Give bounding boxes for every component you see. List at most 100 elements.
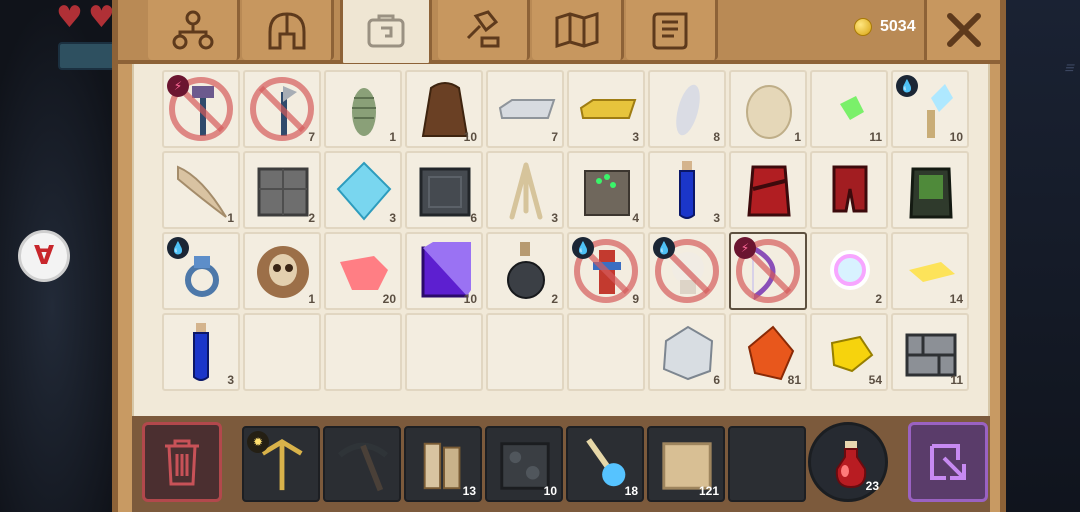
inventory-slot[interactable]: 4: [567, 151, 645, 229]
inventory-slot[interactable]: 2: [486, 232, 564, 310]
inventory-slot[interactable]: [486, 313, 564, 391]
item-count: 6: [470, 211, 477, 225]
stone-block-icon: [253, 159, 313, 223]
item-count: 11: [950, 373, 963, 387]
water-badge-icon: 💧: [896, 75, 918, 97]
item-count: 6: [713, 373, 720, 387]
inventory-panel: ⚡ 7 1 10 7 3 8 1 11 💧 10 1 2 3 6 3 4 3 💧 1 20 10 2 💧 9 💧 ⚡ 2 14 3 6 81 5…: [132, 64, 990, 416]
item-count: 7: [551, 130, 558, 144]
horn-tusk-icon: [172, 159, 232, 223]
inventory-slot[interactable]: 💧: [648, 232, 726, 310]
map-icon: [555, 11, 598, 49]
hotbar-slot[interactable]: 18: [566, 426, 644, 502]
item-count: 10: [463, 130, 477, 144]
inventory-slot[interactable]: 1: [324, 70, 402, 148]
item-count: 3: [632, 130, 639, 144]
inventory-slot[interactable]: [729, 151, 807, 229]
black-flask-icon: [496, 240, 556, 304]
potion-quick-slot[interactable]: 23: [808, 422, 888, 502]
tab-inventory[interactable]: [340, 0, 432, 66]
inventory-slot[interactable]: 10: [405, 70, 483, 148]
inventory-slot[interactable]: 1: [162, 151, 240, 229]
item-count: 2: [551, 292, 558, 306]
dark-metal-block-icon: [415, 159, 475, 223]
inventory-slot[interactable]: 💧 10: [891, 70, 969, 148]
inventory-slot[interactable]: 8: [648, 70, 726, 148]
inventory-slot[interactable]: 2: [810, 232, 888, 310]
inventory-slot[interactable]: [405, 313, 483, 391]
health-hearts: ♥ ♥: [56, 0, 118, 35]
bronze-skull-medallion-icon: [253, 240, 313, 304]
item-count: 7: [308, 130, 315, 144]
inventory-slot[interactable]: ⚡: [162, 70, 240, 148]
item-count: 3: [713, 211, 720, 225]
inventory-slot[interactable]: 14: [891, 232, 969, 310]
hotbar-slot[interactable]: ✹: [242, 426, 320, 502]
inventory-slot[interactable]: [567, 313, 645, 391]
game-logo-button[interactable]: ∀: [18, 230, 70, 282]
hotbar-slot[interactable]: 10: [485, 426, 563, 502]
hotbar-slot[interactable]: 13: [404, 426, 482, 502]
inventory-slot[interactable]: 6: [405, 151, 483, 229]
inventory-slot[interactable]: 11: [891, 313, 969, 391]
bone-sticks-icon: [496, 159, 556, 223]
close-icon: [946, 13, 981, 47]
inventory-slot[interactable]: 3: [324, 151, 402, 229]
blue-potion-vial-icon: [658, 159, 718, 223]
inventory-slot[interactable]: [324, 313, 402, 391]
silver-ore-icon: [658, 321, 718, 385]
inventory-slot[interactable]: 6: [648, 313, 726, 391]
inventory-slot[interactable]: 1: [243, 232, 321, 310]
item-count: 20: [382, 292, 396, 306]
egg-icon: [739, 78, 799, 142]
tab-skills[interactable]: [148, 0, 240, 60]
inventory-slot[interactable]: 3: [567, 70, 645, 148]
inventory-slot[interactable]: 54: [810, 313, 888, 391]
red-chest-armor-icon: [739, 159, 799, 223]
trash-button[interactable]: [142, 422, 222, 502]
inventory-slot[interactable]: [891, 151, 969, 229]
inventory-slot[interactable]: 1: [729, 70, 807, 148]
hotbar-slot[interactable]: [728, 426, 806, 502]
inventory-slot[interactable]: 20: [324, 232, 402, 310]
inventory-slot[interactable]: 💧 9: [567, 232, 645, 310]
swap-button[interactable]: [908, 422, 988, 502]
tab-crafting[interactable]: [438, 0, 530, 60]
inventory-slot[interactable]: [243, 313, 321, 391]
coin-counter: 5034: [854, 18, 916, 36]
hotbar-slot[interactable]: [323, 426, 401, 502]
inventory-slot[interactable]: 💧: [162, 232, 240, 310]
item-count: 121: [698, 484, 719, 498]
inventory-slot[interactable]: 3: [162, 313, 240, 391]
inventory-slot[interactable]: 7: [486, 70, 564, 148]
item-count: 2: [308, 211, 315, 225]
water-badge-icon: 💧: [653, 237, 675, 259]
inventory-slot[interactable]: 3: [486, 151, 564, 229]
heart-icon: ♥: [56, 0, 83, 35]
item-count: 3: [551, 211, 558, 225]
potion-count: 23: [865, 479, 879, 493]
inventory-window: 5034 ⚡ 7 1 10 7 3 8 1 11 💧 10 1 2 3 6 3 4 3 💧 1 20 10 2 💧 9 💧 ⚡ 2 14…: [112, 0, 1006, 512]
water-badge-icon: 💧: [167, 237, 189, 259]
sun-badge-icon: ✹: [247, 431, 269, 453]
inventory-slot[interactable]: 10: [405, 232, 483, 310]
inventory-slot[interactable]: 7: [243, 70, 321, 148]
swap-icon: [930, 444, 966, 480]
inventory-slot[interactable]: 11: [810, 70, 888, 148]
inventory-slot[interactable]: 81: [729, 313, 807, 391]
inventory-slot[interactable]: 2: [243, 151, 321, 229]
item-count: 18: [624, 484, 638, 498]
item-count: 2: [875, 292, 882, 306]
tab-map[interactable]: [532, 0, 624, 60]
rainbow-orb-icon: [820, 240, 880, 304]
item-count: 11: [869, 130, 882, 144]
backpack-icon: [367, 14, 405, 47]
item-count: 10: [463, 292, 477, 306]
hotbar-slot[interactable]: 121: [647, 426, 725, 502]
tab-armor[interactable]: [242, 0, 334, 60]
inventory-slot[interactable]: 3: [648, 151, 726, 229]
tab-quests[interactable]: [626, 0, 718, 60]
close-button[interactable]: [924, 0, 1000, 60]
inventory-slot[interactable]: [810, 151, 888, 229]
inventory-slot[interactable]: ⚡: [729, 232, 807, 310]
